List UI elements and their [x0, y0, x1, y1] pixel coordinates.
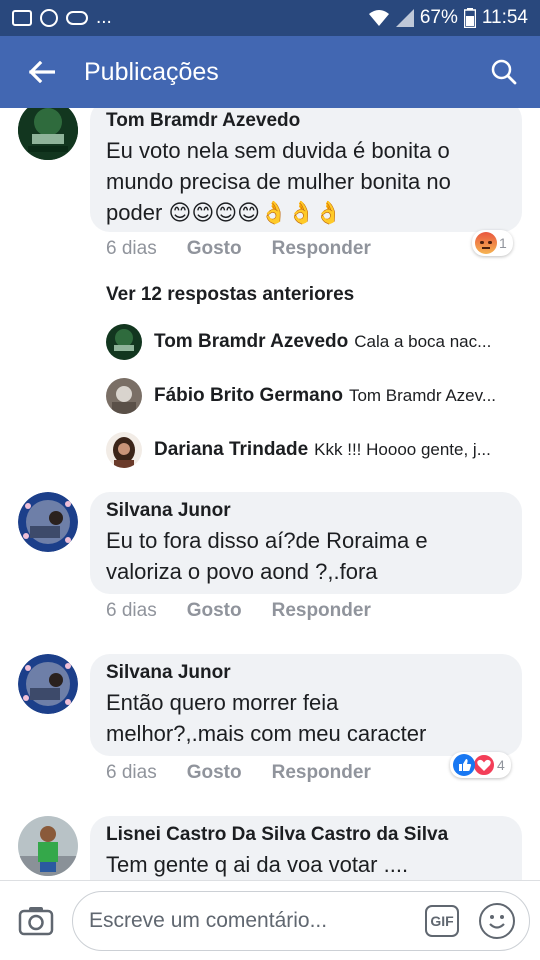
battery-percent: 67%: [419, 7, 458, 28]
comment-actions: 6 dias Gosto Responder: [106, 238, 371, 260]
avatar[interactable]: [18, 654, 78, 714]
reply-action[interactable]: Responder: [272, 600, 371, 622]
reply-preview[interactable]: Tom Bramdr Azevedo Cala a boca nac...: [106, 322, 526, 362]
like-action[interactable]: Gosto: [187, 238, 242, 260]
comment-text-line: mundo precisa de mulher bonita no: [106, 169, 451, 194]
notification-icons: ...: [12, 7, 368, 29]
back-arrow-icon: [29, 61, 55, 83]
app-header: Publicações: [0, 36, 540, 108]
back-button[interactable]: [0, 36, 84, 108]
comment-time: 6 dias: [106, 600, 157, 621]
comment-author[interactable]: Silvana Junor: [106, 500, 506, 522]
search-icon: [491, 59, 517, 85]
comment-bubble[interactable]: Silvana Junor Então quero morrer feia me…: [90, 654, 522, 756]
comment-actions: 6 dias Gosto Responder: [106, 762, 371, 784]
comment-author[interactable]: Tom Bramdr Azevedo: [106, 110, 506, 132]
comment-bubble[interactable]: Silvana Junor Eu to fora disso aí?de Ror…: [90, 492, 522, 594]
page-title: Publicações: [84, 57, 219, 86]
comment-text-line: Tem gente q ai da voa votar ....: [106, 852, 409, 877]
comments-feed[interactable]: Tom Bramdr Azevedo Eu voto nela sem duvi…: [0, 108, 540, 880]
like-icon: [453, 754, 475, 776]
smiley-icon: [489, 914, 505, 929]
sticker-button[interactable]: [479, 902, 515, 939]
reaction-summary[interactable]: 4: [450, 752, 511, 778]
comment-text-line: Eu to fora disso aí?de Roraima e: [106, 528, 428, 553]
comment-text-line: Eu voto nela sem duvida é bonita o: [106, 138, 450, 163]
love-icon: [473, 754, 495, 776]
comment-text-line: melhor?,.mais com meu caracter: [106, 721, 427, 746]
clock: 11:54: [481, 7, 528, 28]
camera-icon: [18, 906, 54, 935]
cloud-icon: [66, 11, 88, 25]
comment-input-container[interactable]: GIF: [72, 890, 530, 951]
wifi-icon: [368, 10, 389, 26]
comment-bubble[interactable]: Lisnei Castro Da Silva Castro da Silva T…: [90, 816, 522, 880]
comment-time: 6 dias: [106, 238, 157, 259]
comment-author[interactable]: Lisnei Castro Da Silva Castro da Silva: [106, 824, 506, 846]
comment-actions: 6 dias Gosto Responder: [106, 600, 371, 622]
avatar[interactable]: [18, 492, 78, 552]
comment-text-line: poder 😊😊😊😊👌👌👌: [106, 200, 343, 225]
reply-text: Tom Bramdr Azev...: [348, 386, 497, 405]
status-bar: ... 67% 11:54: [0, 0, 540, 36]
comment-author[interactable]: Silvana Junor: [106, 662, 506, 684]
reply-action[interactable]: Responder: [272, 762, 371, 784]
reply-text: Cala a boca nac...: [354, 332, 492, 351]
gif-button[interactable]: GIF: [425, 904, 459, 937]
reaction-summary[interactable]: 1: [472, 230, 513, 256]
comment-composer: GIF: [0, 880, 540, 960]
battery-icon: [463, 8, 476, 28]
avatar[interactable]: [106, 432, 142, 468]
avatar[interactable]: [18, 816, 78, 876]
reply-text: Kkk !!! Hoooo gente, j...: [314, 440, 491, 459]
angry-icon: [475, 232, 497, 254]
reply-preview[interactable]: Fábio Brito Germano Tom Bramdr Azev...: [106, 376, 526, 416]
reply-preview[interactable]: Dariana Trindade Kkk !!! Hoooo gente, j.…: [106, 430, 526, 470]
messenger-icon: [40, 9, 58, 27]
view-previous-replies[interactable]: Ver 12 respostas anteriores: [106, 284, 354, 306]
reply-author[interactable]: Dariana Trindade: [154, 439, 308, 461]
more-notifications: ...: [96, 7, 112, 28]
reaction-count: 1: [499, 235, 507, 251]
reply-author[interactable]: Tom Bramdr Azevedo: [154, 331, 348, 353]
avatar[interactable]: [106, 378, 142, 414]
camera-button[interactable]: [0, 906, 72, 936]
comment-time: 6 dias: [106, 762, 157, 783]
gif-label: GIF: [430, 912, 454, 929]
like-action[interactable]: Gosto: [187, 762, 242, 784]
comment-bubble[interactable]: Tom Bramdr Azevedo Eu voto nela sem duvi…: [90, 108, 522, 232]
comment-input[interactable]: [89, 908, 425, 933]
signal-icon: [395, 9, 414, 27]
avatar[interactable]: [18, 108, 78, 160]
search-button[interactable]: [468, 36, 540, 108]
gallery-icon: [12, 10, 32, 26]
avatar[interactable]: [106, 324, 142, 360]
reply-author[interactable]: Fábio Brito Germano: [154, 385, 343, 407]
like-action[interactable]: Gosto: [187, 600, 242, 622]
comment-text-line: valoriza o povo aond ?,.fora: [106, 559, 378, 584]
comment-text-line: Então quero morrer feia: [106, 690, 339, 715]
reaction-count: 4: [497, 757, 505, 773]
reply-action[interactable]: Responder: [272, 238, 371, 260]
